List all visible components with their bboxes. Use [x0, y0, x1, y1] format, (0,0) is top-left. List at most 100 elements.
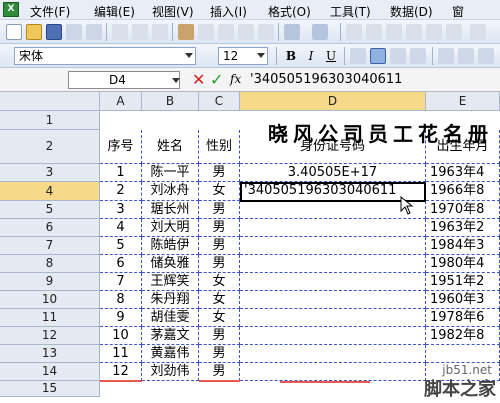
table-cell[interactable]	[240, 219, 426, 237]
table-cell[interactable]: 陈皓伊	[142, 237, 199, 255]
row-header[interactable]: 9	[0, 273, 100, 291]
column-header-d[interactable]: D	[240, 92, 426, 111]
table-cell[interactable]	[240, 309, 426, 327]
menu-insert[interactable]: 插入(I)	[210, 3, 247, 20]
name-box[interactable]: D4	[68, 71, 180, 89]
table-cell[interactable]: 姓名	[142, 130, 199, 164]
italic-button[interactable]: I	[302, 48, 320, 64]
print-icon[interactable]	[112, 24, 128, 40]
row-header[interactable]: 15	[0, 381, 100, 397]
insert-function-icon[interactable]: fx	[230, 72, 241, 86]
sort-icon[interactable]	[386, 24, 402, 40]
table-cell[interactable]: 胡佳雯	[142, 309, 199, 327]
column-header-b[interactable]: B	[142, 92, 199, 111]
menu-window[interactable]: 窗	[452, 3, 464, 20]
table-cell[interactable]	[240, 237, 426, 255]
underline-button[interactable]: U	[322, 48, 340, 64]
table-cell[interactable]: 女	[199, 273, 240, 291]
row-header[interactable]: 14	[0, 363, 100, 381]
table-cell[interactable]: 男	[199, 327, 240, 345]
row-header[interactable]: 7	[0, 237, 100, 255]
table-cell[interactable]: 琚长州	[142, 201, 199, 219]
table-cell[interactable]	[240, 255, 426, 273]
table-cell[interactable]: 女	[199, 309, 240, 327]
table-cell[interactable]: 女	[199, 291, 240, 309]
new-icon[interactable]	[6, 24, 22, 40]
font-name-select[interactable]: 宋体	[14, 47, 196, 65]
table-cell[interactable]	[240, 273, 426, 291]
spelling-icon[interactable]	[152, 24, 168, 40]
select-all-corner[interactable]	[0, 92, 100, 111]
table-cell[interactable]: 6	[100, 255, 142, 273]
table-cell[interactable]: 4	[100, 219, 142, 237]
row-header[interactable]: 2	[0, 130, 100, 164]
undo-icon[interactable]	[284, 24, 300, 40]
table-cell[interactable]: 男	[199, 219, 240, 237]
help-icon[interactable]	[470, 24, 486, 40]
table-cell[interactable]: 3	[100, 201, 142, 219]
drawing-icon[interactable]	[426, 24, 442, 40]
align-right-icon[interactable]	[390, 48, 406, 64]
table-cell[interactable]: 9	[100, 309, 142, 327]
row-header[interactable]: 1	[0, 111, 100, 130]
table-cell[interactable]	[240, 327, 426, 345]
formula-input[interactable]: '340505196303040611	[250, 72, 402, 87]
table-cell[interactable]: 王辉笑	[142, 273, 199, 291]
table-cell[interactable]: 男	[199, 201, 240, 219]
table-cell[interactable]: 1978年6	[426, 309, 500, 327]
menu-data[interactable]: 数据(D)	[390, 3, 433, 20]
comma-style-icon[interactable]	[478, 48, 494, 64]
column-header-c[interactable]: C	[199, 92, 240, 111]
excel-app-icon[interactable]: X	[3, 2, 19, 17]
email-icon[interactable]	[86, 24, 102, 40]
table-cell[interactable]: 茅嘉文	[142, 327, 199, 345]
table-cell[interactable]: 2	[100, 182, 142, 201]
permission-icon[interactable]	[66, 24, 82, 40]
enter-icon[interactable]: ✓	[210, 70, 223, 89]
active-cell-d4[interactable]	[240, 182, 426, 202]
table-cell[interactable]: 1984年3	[426, 237, 500, 255]
row-header[interactable]: 3	[0, 164, 100, 182]
table-cell[interactable]: 12	[100, 363, 142, 381]
table-cell[interactable]: 1951年2	[426, 273, 500, 291]
bold-button[interactable]: B	[282, 48, 300, 64]
table-cell[interactable]: 1970年8	[426, 201, 500, 219]
format-painter-icon[interactable]	[258, 24, 274, 40]
table-cell[interactable]: 5	[100, 237, 142, 255]
table-cell[interactable]: 10	[100, 327, 142, 345]
table-cell[interactable]: 1980年4	[426, 255, 500, 273]
cancel-icon[interactable]: ✕	[192, 70, 205, 89]
table-cell[interactable]: 7	[100, 273, 142, 291]
table-cell[interactable]: 男	[199, 237, 240, 255]
table-cell[interactable]: 男	[199, 345, 240, 363]
row-header[interactable]: 13	[0, 345, 100, 363]
menu-tools[interactable]: 工具(T)	[330, 3, 371, 20]
copy-icon[interactable]	[218, 24, 234, 40]
table-cell[interactable]: 刘冰舟	[142, 182, 199, 201]
table-cell[interactable]: 1963年2	[426, 219, 500, 237]
align-left-icon[interactable]	[350, 48, 366, 64]
align-center-icon[interactable]	[370, 48, 386, 64]
currency-icon[interactable]	[438, 48, 454, 64]
table-cell[interactable]: 朱丹翔	[142, 291, 199, 309]
table-cell[interactable]: 性别	[199, 130, 240, 164]
row-header[interactable]: 10	[0, 291, 100, 309]
table-cell[interactable]: 男	[199, 164, 240, 182]
table-cell[interactable]: 陈一平	[142, 164, 199, 182]
table-cell[interactable]: 1982年8	[426, 327, 500, 345]
menu-view[interactable]: 视图(V)	[152, 3, 194, 20]
print-preview-icon[interactable]	[132, 24, 148, 40]
hyperlink-icon[interactable]	[346, 24, 362, 40]
column-header-e[interactable]: E	[426, 92, 500, 111]
sheet-title[interactable]: 晓风公司员工花名册	[268, 118, 493, 147]
table-cell[interactable]: 8	[100, 291, 142, 309]
table-cell[interactable]	[426, 345, 500, 363]
table-cell[interactable]	[240, 291, 426, 309]
name-box-chevron-icon[interactable]	[172, 78, 180, 83]
table-cell[interactable]: 女	[199, 182, 240, 201]
autosum-icon[interactable]	[366, 24, 382, 40]
table-cell[interactable]: 男	[199, 255, 240, 273]
save-icon[interactable]	[46, 24, 62, 40]
row-header[interactable]: 11	[0, 309, 100, 327]
table-cell[interactable]: 3.40505E+17	[240, 164, 426, 182]
